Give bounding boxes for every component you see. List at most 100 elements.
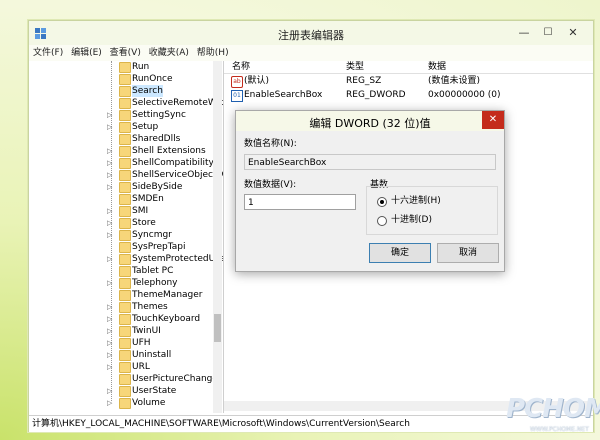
minimize-button[interactable]: — xyxy=(513,25,535,41)
tree-item-label: RunOnce xyxy=(132,74,173,84)
tree-scroll-thumb[interactable] xyxy=(214,314,221,342)
expand-arrow-icon[interactable]: ▷ xyxy=(107,397,112,409)
folder-icon xyxy=(119,398,131,409)
tree-item[interactable]: SelectiveRemoteWip xyxy=(29,97,223,109)
tree-item[interactable]: ▷ UserState xyxy=(29,385,219,397)
tree-item-label: Run xyxy=(132,62,150,72)
hex-label[interactable]: 十六进制(H) xyxy=(391,195,441,207)
expand-arrow-icon[interactable]: ▷ xyxy=(107,121,112,133)
expand-arrow-icon[interactable]: ▷ xyxy=(107,229,112,241)
title-bar[interactable]: 注册表编辑器 — ☐ ✕ xyxy=(29,21,593,45)
menu-edit[interactable]: 编辑(E) xyxy=(70,45,103,61)
value-name-label: 数值名称(N): xyxy=(244,139,297,149)
tree-item[interactable]: Tablet PC xyxy=(29,265,219,277)
list-header: 名称 类型 数据 xyxy=(224,61,593,74)
tree-item[interactable]: ▷ Syncmgr xyxy=(29,229,219,241)
registry-key-tree[interactable]: Run RunOnce Search SelectiveRemoteWip ▷ Setti… xyxy=(29,61,224,413)
expand-arrow-icon[interactable]: ▷ xyxy=(107,337,112,349)
tree-vertical-scrollbar[interactable] xyxy=(213,61,222,413)
tree-item[interactable]: Run xyxy=(29,61,219,73)
tree-item-label: Themes xyxy=(132,302,168,312)
tree-item[interactable]: ▷ UFH xyxy=(29,337,219,349)
expand-arrow-icon[interactable]: ▷ xyxy=(107,385,112,397)
tree-item[interactable]: ▷ SMI xyxy=(29,205,219,217)
expand-arrow-icon[interactable]: ▷ xyxy=(107,361,112,373)
folder-icon xyxy=(119,158,131,169)
cancel-button[interactable]: 取消 xyxy=(437,243,499,263)
tree-item[interactable]: ▷ ShellServiceObjectD xyxy=(29,169,223,181)
tree-item-label: UserState xyxy=(132,386,177,396)
expand-arrow-icon[interactable]: ▷ xyxy=(107,313,112,325)
tree-item[interactable]: SMDEn xyxy=(29,193,219,205)
tree-item[interactable]: ▷ URL xyxy=(29,361,219,373)
tree-item[interactable]: ThemeManager xyxy=(29,289,219,301)
close-button[interactable]: ✕ xyxy=(562,25,584,41)
tree-item[interactable]: SysPrepTapi xyxy=(29,241,219,253)
decimal-radio[interactable] xyxy=(377,216,387,226)
expand-arrow-icon[interactable]: ▷ xyxy=(107,205,112,217)
folder-icon xyxy=(119,290,131,301)
tree-item[interactable]: ▷ Volume xyxy=(29,397,219,409)
menu-help[interactable]: 帮助(H) xyxy=(196,45,230,61)
expand-arrow-icon[interactable]: ▷ xyxy=(107,169,112,181)
expand-arrow-icon[interactable]: ▷ xyxy=(107,145,112,157)
folder-icon xyxy=(119,386,131,397)
tree-item-label: Tablet PC xyxy=(132,266,174,276)
window-title: 注册表编辑器 xyxy=(278,29,344,42)
tree-item-label: ShellServiceObjectD xyxy=(132,170,224,180)
expand-arrow-icon[interactable]: ▷ xyxy=(107,181,112,193)
tree-item[interactable]: ▷ Setup xyxy=(29,121,219,133)
tree-item[interactable]: RunOnce xyxy=(29,73,219,85)
tree-item[interactable]: ▷ Store xyxy=(29,217,219,229)
folder-icon xyxy=(119,362,131,373)
column-data-header[interactable]: 数据 xyxy=(428,61,446,73)
value-row-default[interactable]: ab (默认) REG_SZ (数值未设置) xyxy=(224,74,593,88)
tree-item[interactable]: ▷ Telephony xyxy=(29,277,219,289)
edit-dword-dialog: 编辑 DWORD (32 位)值 ✕ 数值名称(N): EnableSearch… xyxy=(235,110,505,272)
expand-arrow-icon[interactable]: ▷ xyxy=(107,217,112,229)
tree-item-label: Shell Extensions xyxy=(132,146,206,156)
maximize-button[interactable]: ☐ xyxy=(537,25,559,41)
expand-arrow-icon[interactable]: ▷ xyxy=(107,349,112,361)
ok-button[interactable]: 确定 xyxy=(369,243,431,263)
folder-icon xyxy=(119,74,131,85)
menu-file[interactable]: 文件(F) xyxy=(32,45,64,61)
tree-item-label: UserPictureChange xyxy=(132,374,218,384)
tree-item[interactable]: SharedDlls xyxy=(29,133,219,145)
expand-arrow-icon[interactable]: ▷ xyxy=(107,157,112,169)
tree-item-label: SysPrepTapi xyxy=(132,242,186,252)
folder-icon xyxy=(119,134,131,145)
tree-item[interactable]: ▷ SideBySide xyxy=(29,181,219,193)
dialog-body: 数值名称(N): EnableSearchBox 数值数据(V): 1 基数 十… xyxy=(236,131,504,271)
menu-favorites[interactable]: 收藏夹(A) xyxy=(148,45,190,61)
tree-item[interactable]: ▷ Themes xyxy=(29,301,219,313)
expand-arrow-icon[interactable]: ▷ xyxy=(107,277,112,289)
tree-item[interactable]: Search xyxy=(29,85,219,97)
folder-icon xyxy=(119,242,131,253)
pchome-watermark-logo: PCHOME WWW.PCHOME.NET xyxy=(500,392,600,440)
tree-item[interactable]: ▷ SettingSync xyxy=(29,109,219,121)
tree-item[interactable]: ▷ Shell Extensions xyxy=(29,145,219,157)
menu-view[interactable]: 查看(V) xyxy=(109,45,142,61)
expand-arrow-icon[interactable]: ▷ xyxy=(107,253,112,265)
expand-arrow-icon[interactable]: ▷ xyxy=(107,325,112,337)
tree-item[interactable]: ▷ ShellCompatibility xyxy=(29,157,219,169)
tree-item[interactable]: ▷ TwinUI xyxy=(29,325,219,337)
value-data-input[interactable]: 1 xyxy=(244,194,356,210)
string-value-icon: ab xyxy=(231,76,243,88)
column-type-header[interactable]: 类型 xyxy=(346,61,364,73)
tree-item[interactable]: UserPictureChange xyxy=(29,373,219,385)
tree-item[interactable]: ▷ Uninstall xyxy=(29,349,219,361)
tree-item-label: SMI xyxy=(132,206,149,216)
hex-radio[interactable] xyxy=(377,197,387,207)
column-name-header[interactable]: 名称 xyxy=(232,61,250,73)
dialog-close-button[interactable]: ✕ xyxy=(482,111,504,129)
tree-item[interactable]: ▷ SystemProtectedUse xyxy=(29,253,223,265)
decimal-label[interactable]: 十进制(D) xyxy=(391,214,432,226)
tree-item[interactable]: ▷ TouchKeyboard xyxy=(29,313,219,325)
expand-arrow-icon[interactable]: ▷ xyxy=(107,109,112,121)
folder-icon xyxy=(119,122,131,133)
value-row-enablesearchbox[interactable]: 01 EnableSearchBox REG_DWORD 0x00000000 … xyxy=(224,88,593,102)
dialog-title-bar[interactable]: 编辑 DWORD (32 位)值 ✕ xyxy=(236,111,504,131)
expand-arrow-icon[interactable]: ▷ xyxy=(107,301,112,313)
